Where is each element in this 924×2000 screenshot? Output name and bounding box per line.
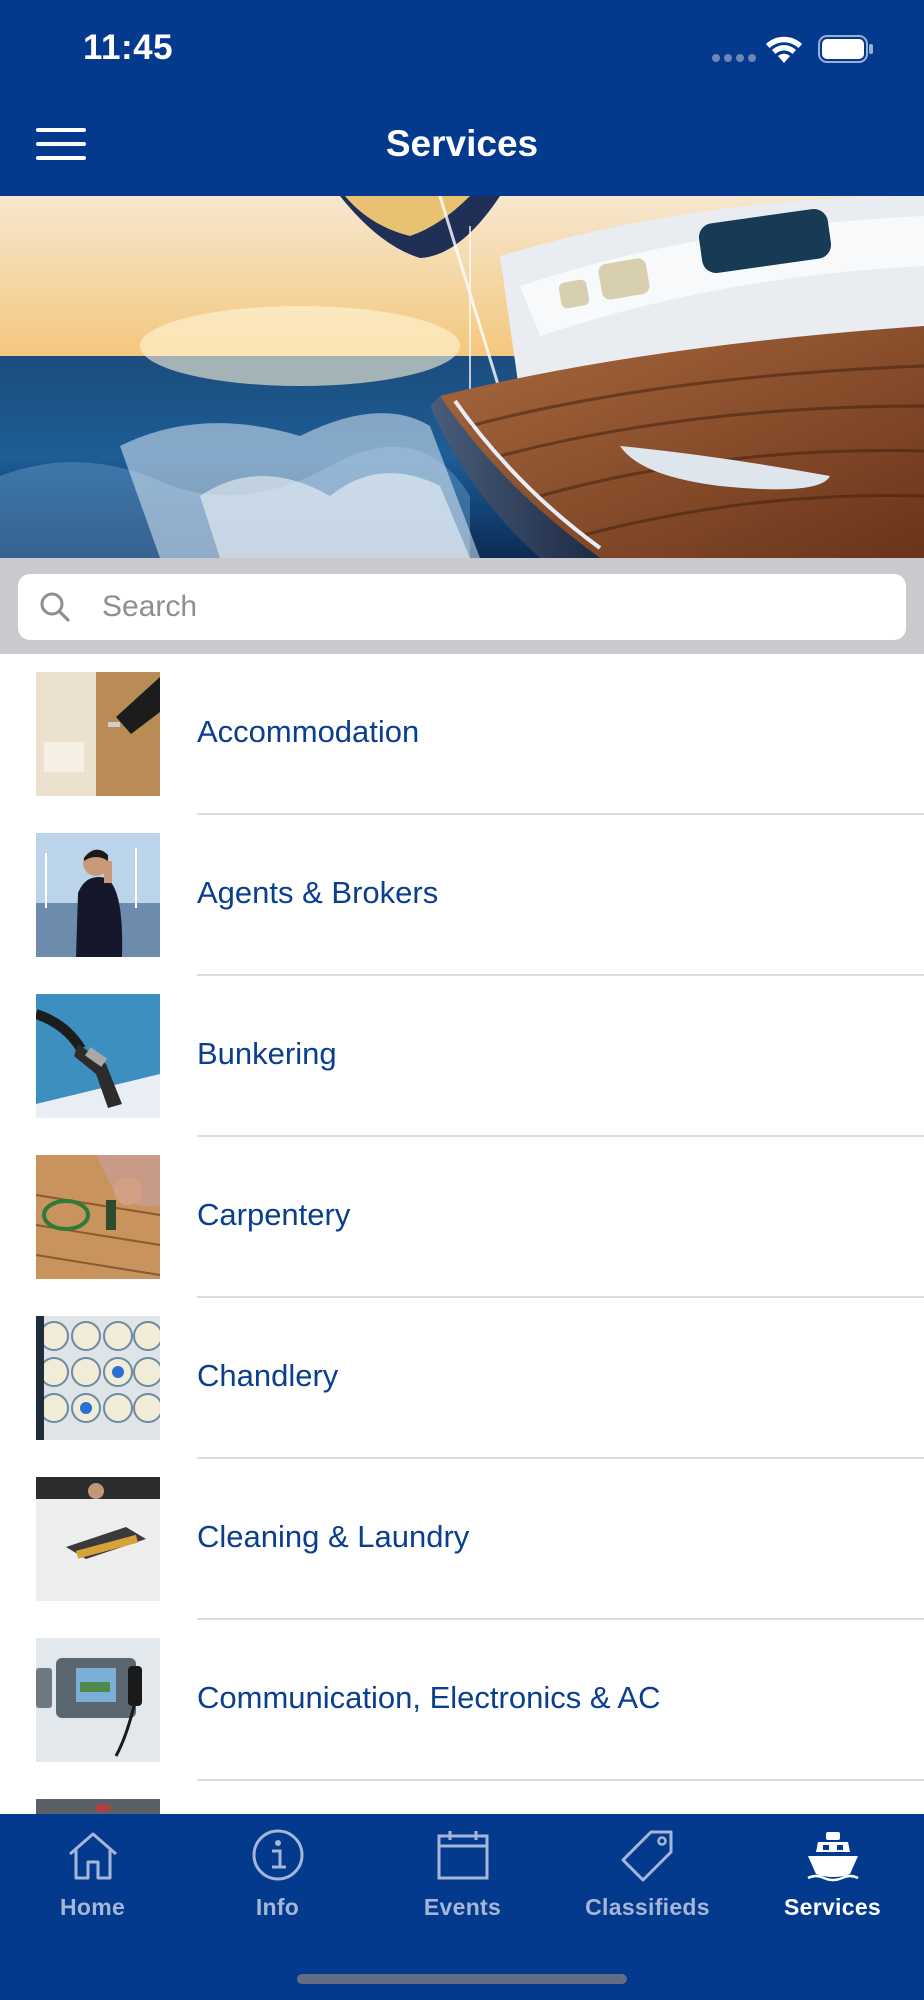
list-item-bunkering[interactable]: Bunkering: [0, 976, 924, 1137]
list-item-communication-electronics-ac[interactable]: Communication, Electronics & AC: [0, 1620, 924, 1781]
list-item-cleaning-laundry[interactable]: Cleaning & Laundry: [0, 1459, 924, 1620]
tab-label: Classifieds: [585, 1894, 710, 1920]
tab-label: Info: [255, 1894, 300, 1920]
battery-icon: [818, 35, 873, 63]
list-item-chandlery[interactable]: Chandlery: [0, 1298, 924, 1459]
list-item-label: Bunkering: [197, 1036, 337, 1071]
tab-home[interactable]: Home: [0, 1814, 185, 1934]
cleaning-laundry-thumbnail: [36, 1477, 160, 1601]
list-item-label: Accommodation: [197, 714, 420, 749]
communication-electronics-thumbnail: [36, 1638, 160, 1762]
list-item-label: Communication, Electronics & AC: [197, 1680, 661, 1715]
list-item-label: Cleaning & Laundry: [197, 1519, 470, 1554]
home-indicator: [297, 1974, 627, 1984]
calendar-icon: [437, 1831, 489, 1880]
wifi-icon: [766, 36, 802, 63]
bunkering-thumbnail: [36, 994, 160, 1118]
chandlery-thumbnail: [36, 1316, 160, 1440]
list-item-carpentery[interactable]: Carpentery: [0, 1137, 924, 1298]
list-item-label: Agents & Brokers: [197, 875, 439, 910]
tab-services[interactable]: Services: [740, 1814, 924, 1934]
page-title: Services: [385, 123, 539, 164]
list-item-agents-brokers[interactable]: Agents & Brokers: [0, 815, 924, 976]
boat-icon: [807, 1832, 859, 1882]
tab-label: Services: [783, 1894, 882, 1920]
search-icon: [40, 592, 70, 622]
agents-brokers-thumbnail: [36, 833, 160, 957]
list-item-label: Carpentery: [197, 1197, 351, 1232]
partial-thumbnail: [36, 1799, 160, 1814]
house-icon: [69, 1832, 117, 1880]
tab-bar: Home Info Events Classifieds Services: [0, 1814, 924, 2000]
accommodation-thumbnail: [36, 672, 160, 796]
search-bar: [0, 558, 924, 654]
tab-label: Events: [423, 1894, 502, 1920]
status-bar: 11:45: [0, 0, 924, 96]
tab-info[interactable]: Info: [185, 1814, 370, 1934]
search-field-container[interactable]: [18, 574, 906, 640]
tag-icon: [621, 1830, 673, 1882]
status-time: 11:45: [83, 28, 174, 67]
cellular-signal-icon: [712, 54, 756, 62]
list-item-label: Chandlery: [197, 1358, 339, 1393]
tab-events[interactable]: Events: [370, 1814, 555, 1934]
carpentery-thumbnail: [36, 1155, 160, 1279]
services-list: Accommodation Agents & Brokers Bunkering…: [0, 654, 924, 1814]
search-input[interactable]: [102, 574, 882, 640]
list-item-accommodation[interactable]: Accommodation: [0, 654, 924, 815]
tab-label: Home: [59, 1894, 126, 1920]
hero-sailboat-image: [0, 196, 924, 558]
list-item-partial[interactable]: [0, 1781, 924, 1814]
info-icon: [252, 1829, 304, 1881]
tab-classifieds[interactable]: Classifieds: [555, 1814, 740, 1934]
navigation-bar: Services: [0, 96, 924, 196]
